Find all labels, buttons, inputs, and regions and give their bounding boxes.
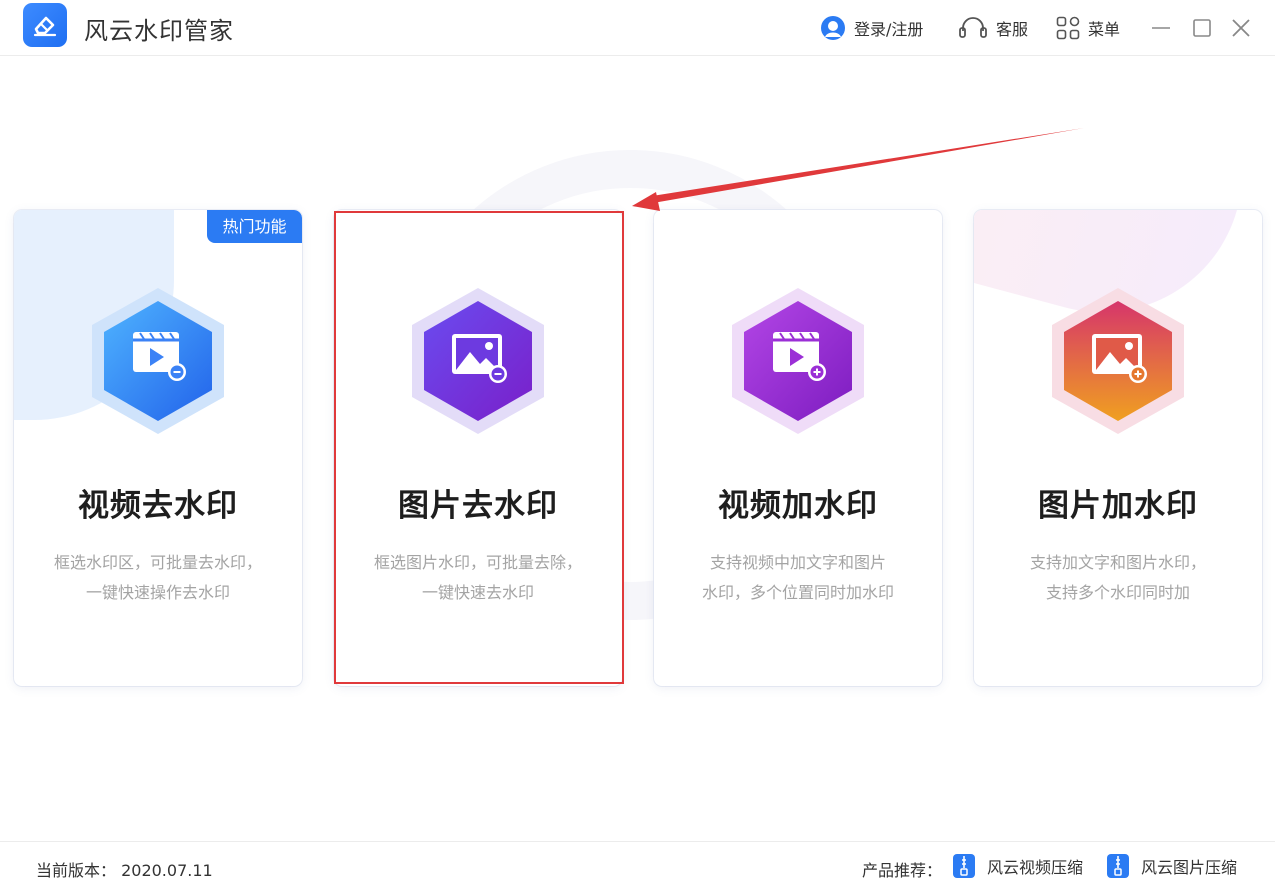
card-description-line: 支持多个水印同时加 <box>1045 583 1190 602</box>
customer-service-button[interactable]: 客服 <box>958 15 1028 41</box>
card-description-line: 水印，多个位置同时加水印 <box>701 583 894 602</box>
recommend-video-compress-link[interactable]: 风云视频压缩 <box>953 854 1083 878</box>
video-remove-icon <box>92 288 224 434</box>
recommend-item-label: 风云图片压缩 <box>1141 858 1238 877</box>
close-icon <box>1232 19 1250 37</box>
card-description-line: 支持加文字和图片水印， <box>1029 553 1206 572</box>
card-title: 图片加水印 <box>1038 488 1198 524</box>
image-remove-icon <box>412 288 544 434</box>
login-label: 登录/注册 <box>854 20 924 39</box>
card-title: 图片去水印 <box>398 488 558 524</box>
menu-button[interactable]: 菜单 <box>1056 15 1120 41</box>
card-description-line: 框选图片水印，可批量去除， <box>373 553 582 572</box>
status-footer: 当前版本： 2020.07.11 产品推荐： 风云视频压缩 风云图片压缩 <box>0 841 1275 882</box>
card-image-add-watermark[interactable]: 图片加水印 支持加文字和图片水印， 支持多个水印同时加 <box>974 210 1262 686</box>
app-title: 风云水印管家 <box>84 17 234 45</box>
card-title: 视频去水印 <box>78 488 238 524</box>
login-button[interactable]: 登录/注册 <box>820 15 923 41</box>
card-title: 视频加水印 <box>718 488 878 524</box>
card-description: 框选水印区，可批量去水印， 一键快速操作去水印 <box>14 548 302 608</box>
recommend-image-compress-link[interactable]: 风云图片压缩 <box>1107 854 1237 878</box>
recommend-item-label: 风云视频压缩 <box>987 858 1084 877</box>
customer-service-label: 客服 <box>996 20 1029 39</box>
minimize-icon <box>1152 27 1170 29</box>
card-description: 支持视频中加文字和图片 水印，多个位置同时加水印 <box>654 548 942 608</box>
card-description: 框选图片水印，可批量去除， 一键快速去水印 <box>334 548 622 608</box>
recommend-label: 产品推荐： <box>862 861 943 880</box>
card-description-line: 框选水印区，可批量去水印， <box>53 553 262 572</box>
version-label: 当前版本： 2020.07.11 <box>36 861 213 880</box>
user-icon <box>821 16 845 40</box>
card-image-remove-watermark[interactable]: 图片去水印 框选图片水印，可批量去除， 一键快速去水印 <box>334 210 622 686</box>
card-description-line: 一键快速去水印 <box>421 583 534 602</box>
card-video-remove-watermark[interactable]: 热门功能 视频去水印 框选水印区，可批量去水印， 一键快速操作去水印 <box>14 210 302 686</box>
card-description-line: 一键快速操作去水印 <box>85 583 230 602</box>
maximize-icon <box>1193 19 1211 37</box>
minimize-button[interactable] <box>1149 16 1173 40</box>
card-description-line: 支持视频中加文字和图片 <box>709 553 886 572</box>
zip-file-icon <box>1107 854 1129 878</box>
card-video-add-watermark[interactable]: 视频加水印 支持视频中加文字和图片 水印，多个位置同时加水印 <box>654 210 942 686</box>
headset-icon <box>959 17 987 38</box>
video-add-icon <box>732 288 864 434</box>
image-add-icon <box>1052 288 1184 434</box>
app-logo <box>23 3 67 47</box>
card-description: 支持加文字和图片水印， 支持多个水印同时加 <box>974 548 1262 608</box>
hot-feature-badge: 热门功能 <box>207 210 302 243</box>
grid-menu-icon <box>1056 16 1080 40</box>
zip-file-icon <box>953 854 975 878</box>
maximize-button[interactable] <box>1190 16 1214 40</box>
title-bar: 风云水印管家 登录/注册 客服 菜单 <box>0 0 1275 56</box>
menu-label: 菜单 <box>1088 20 1121 39</box>
close-button[interactable] <box>1229 16 1253 40</box>
